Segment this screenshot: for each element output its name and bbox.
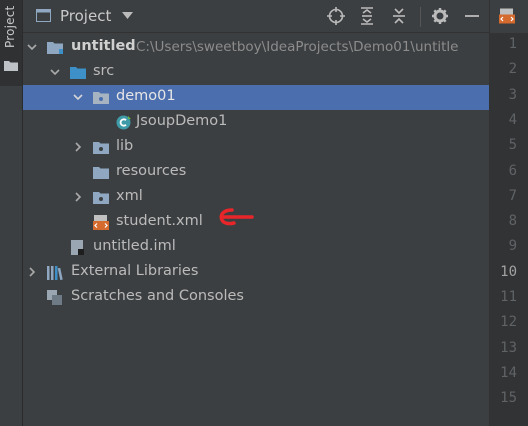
- tree-item-label: Scratches and Consoles: [71, 288, 244, 304]
- tool-window-strip: Project: [0, 0, 23, 426]
- source-folder-icon: [70, 67, 86, 79]
- line-number: 6: [508, 162, 517, 179]
- module-file-icon: [71, 240, 84, 255]
- library-icon: [47, 266, 63, 280]
- project-path: C:\Users\sweetboy\IdeaProjects\Demo01\un…: [136, 39, 459, 55]
- chevron-down-icon[interactable]: [73, 92, 83, 102]
- minimize-icon[interactable]: [463, 7, 481, 25]
- package-folder-icon: [93, 192, 109, 204]
- toolbar-separator: [420, 7, 421, 27]
- tree-item-label: untitled: [71, 38, 136, 54]
- folder-icon: [4, 61, 18, 71]
- line-number: 2: [508, 61, 517, 78]
- tree-item-label: xml: [116, 188, 143, 204]
- line-number: 5: [508, 137, 517, 154]
- tree-item-external-libraries[interactable]: External Libraries: [23, 260, 489, 285]
- project-panel: Project untitled C:\Users\sweetboy\IdeaP…: [23, 0, 489, 426]
- line-number: 12: [500, 314, 517, 331]
- package-folder-icon: [93, 142, 109, 154]
- xml-file-icon: [499, 8, 515, 24]
- tree-item-label: JsoupDemo1: [136, 113, 228, 129]
- package-folder-icon: [93, 92, 109, 104]
- line-number: 11: [500, 289, 517, 305]
- collapse-all-icon[interactable]: [390, 7, 408, 25]
- tree-item-xml[interactable]: xml: [23, 185, 489, 210]
- chevron-down-icon[interactable]: [122, 12, 133, 19]
- line-number: 8: [508, 213, 517, 230]
- line-number: 4: [508, 111, 517, 128]
- locate-icon[interactable]: [327, 7, 345, 25]
- editor-area: 1 2 3 4 5 6 7 8 9 10 11 12 13 14 15: [489, 0, 528, 426]
- tree-item-label: lib: [116, 138, 134, 154]
- project-view-icon: [36, 9, 51, 22]
- chevron-right-icon[interactable]: [73, 142, 83, 152]
- tree-item-untitled-iml[interactable]: untitled.iml: [23, 235, 489, 260]
- tree-item-scratches[interactable]: Scratches and Consoles: [23, 285, 489, 310]
- tree-item-jsoupdemo1[interactable]: JsoupDemo1: [23, 110, 489, 135]
- xml-file-icon: [93, 215, 109, 230]
- tree-item-student-xml[interactable]: student.xml: [23, 210, 489, 235]
- chevron-down-icon[interactable]: [50, 67, 60, 77]
- chevron-right-icon[interactable]: [73, 192, 83, 202]
- line-number: 9: [508, 238, 517, 255]
- line-number: 10: [500, 263, 517, 280]
- tree-item-resources[interactable]: resources: [23, 160, 489, 185]
- tree-item-lib[interactable]: lib: [23, 135, 489, 160]
- panel-header: Project: [23, 0, 489, 33]
- tree-item-demo01[interactable]: demo01: [23, 85, 489, 110]
- project-tab-label: Project: [3, 6, 17, 49]
- gear-icon[interactable]: [431, 7, 449, 25]
- tree-item-label: External Libraries: [71, 263, 199, 279]
- line-number: 13: [500, 339, 517, 356]
- tree-item-untitled[interactable]: untitled C:\Users\sweetboy\IdeaProjects\…: [23, 35, 489, 60]
- line-number-gutter: 1 2 3 4 5 6 7 8 9 10 11 12 13 14 15: [490, 33, 528, 426]
- line-number: 1: [508, 36, 517, 52]
- chevron-down-icon[interactable]: [27, 42, 37, 52]
- chevron-right-icon[interactable]: [27, 267, 37, 277]
- editor-tab-student-xml[interactable]: [490, 0, 528, 34]
- annotation-arrow-icon: [219, 208, 254, 226]
- java-class-icon: [116, 115, 131, 130]
- tree-item-label: demo01: [116, 88, 176, 104]
- project-tool-window-tab[interactable]: Project: [0, 0, 22, 86]
- view-selector-title[interactable]: Project: [60, 7, 111, 25]
- module-folder-icon: [47, 42, 63, 54]
- line-number: 14: [500, 364, 517, 381]
- expand-all-icon[interactable]: [358, 7, 376, 25]
- line-number: 3: [508, 86, 517, 103]
- tree-item-label: resources: [116, 163, 187, 179]
- line-number: 7: [508, 187, 517, 204]
- line-number: 15: [500, 390, 517, 407]
- scratches-icon: [47, 290, 62, 305]
- tree-item-label: student.xml: [116, 213, 203, 229]
- tree-item-src[interactable]: src: [23, 60, 489, 85]
- tree-item-label: untitled.iml: [93, 238, 176, 254]
- tree-item-label: src: [93, 63, 115, 79]
- folder-icon: [93, 167, 109, 179]
